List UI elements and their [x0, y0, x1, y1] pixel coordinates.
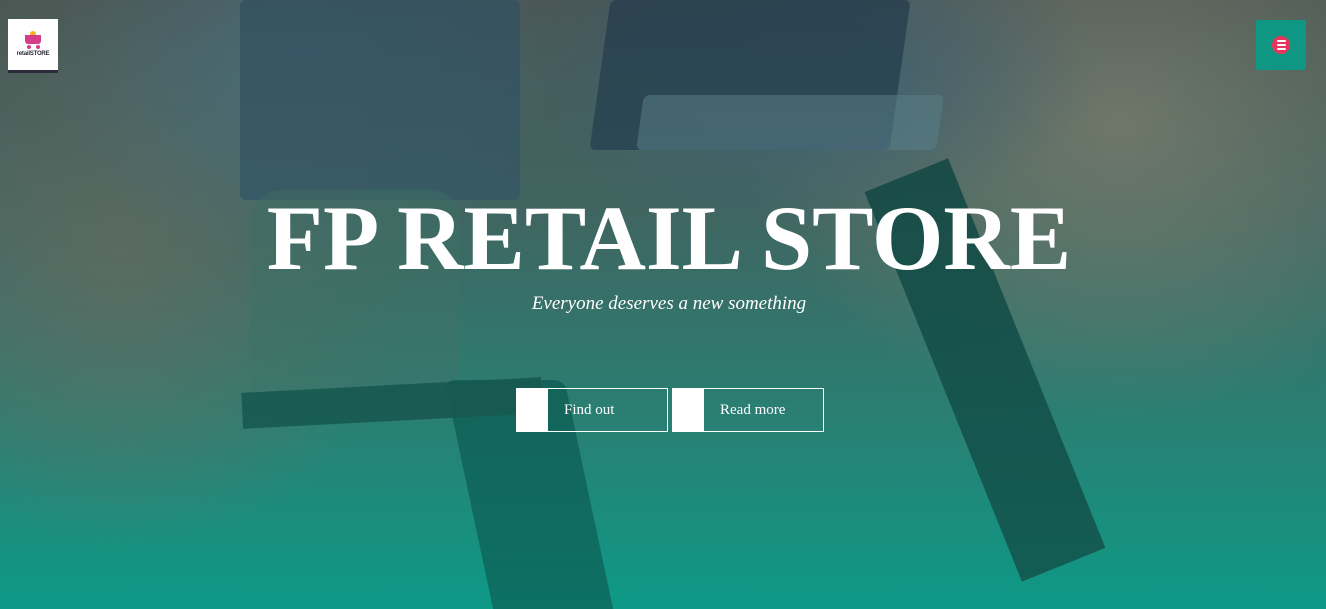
logo-text: retailSTORE — [16, 50, 50, 57]
hero-tagline: Everyone deserves a new something — [531, 293, 807, 314]
menu-button[interactable] — [1256, 20, 1306, 70]
read-more-button-label: Read more — [720, 401, 786, 418]
find-out-button-label: Find out — [564, 401, 615, 418]
shopping-cart-icon — [22, 30, 44, 49]
hamburger-menu-icon — [1272, 36, 1290, 54]
site-logo[interactable]: retailSTORE — [8, 19, 58, 73]
read-more-button[interactable]: Read more — [672, 388, 824, 432]
find-out-button[interactable]: Find out — [516, 388, 668, 432]
button-accent-block — [517, 389, 548, 431]
hero-section: FP RETAIL STORE Everyone deserves a new … — [0, 0, 1326, 609]
hero-title: FP RETAIL STORE — [266, 187, 1072, 289]
button-accent-block — [673, 389, 704, 431]
